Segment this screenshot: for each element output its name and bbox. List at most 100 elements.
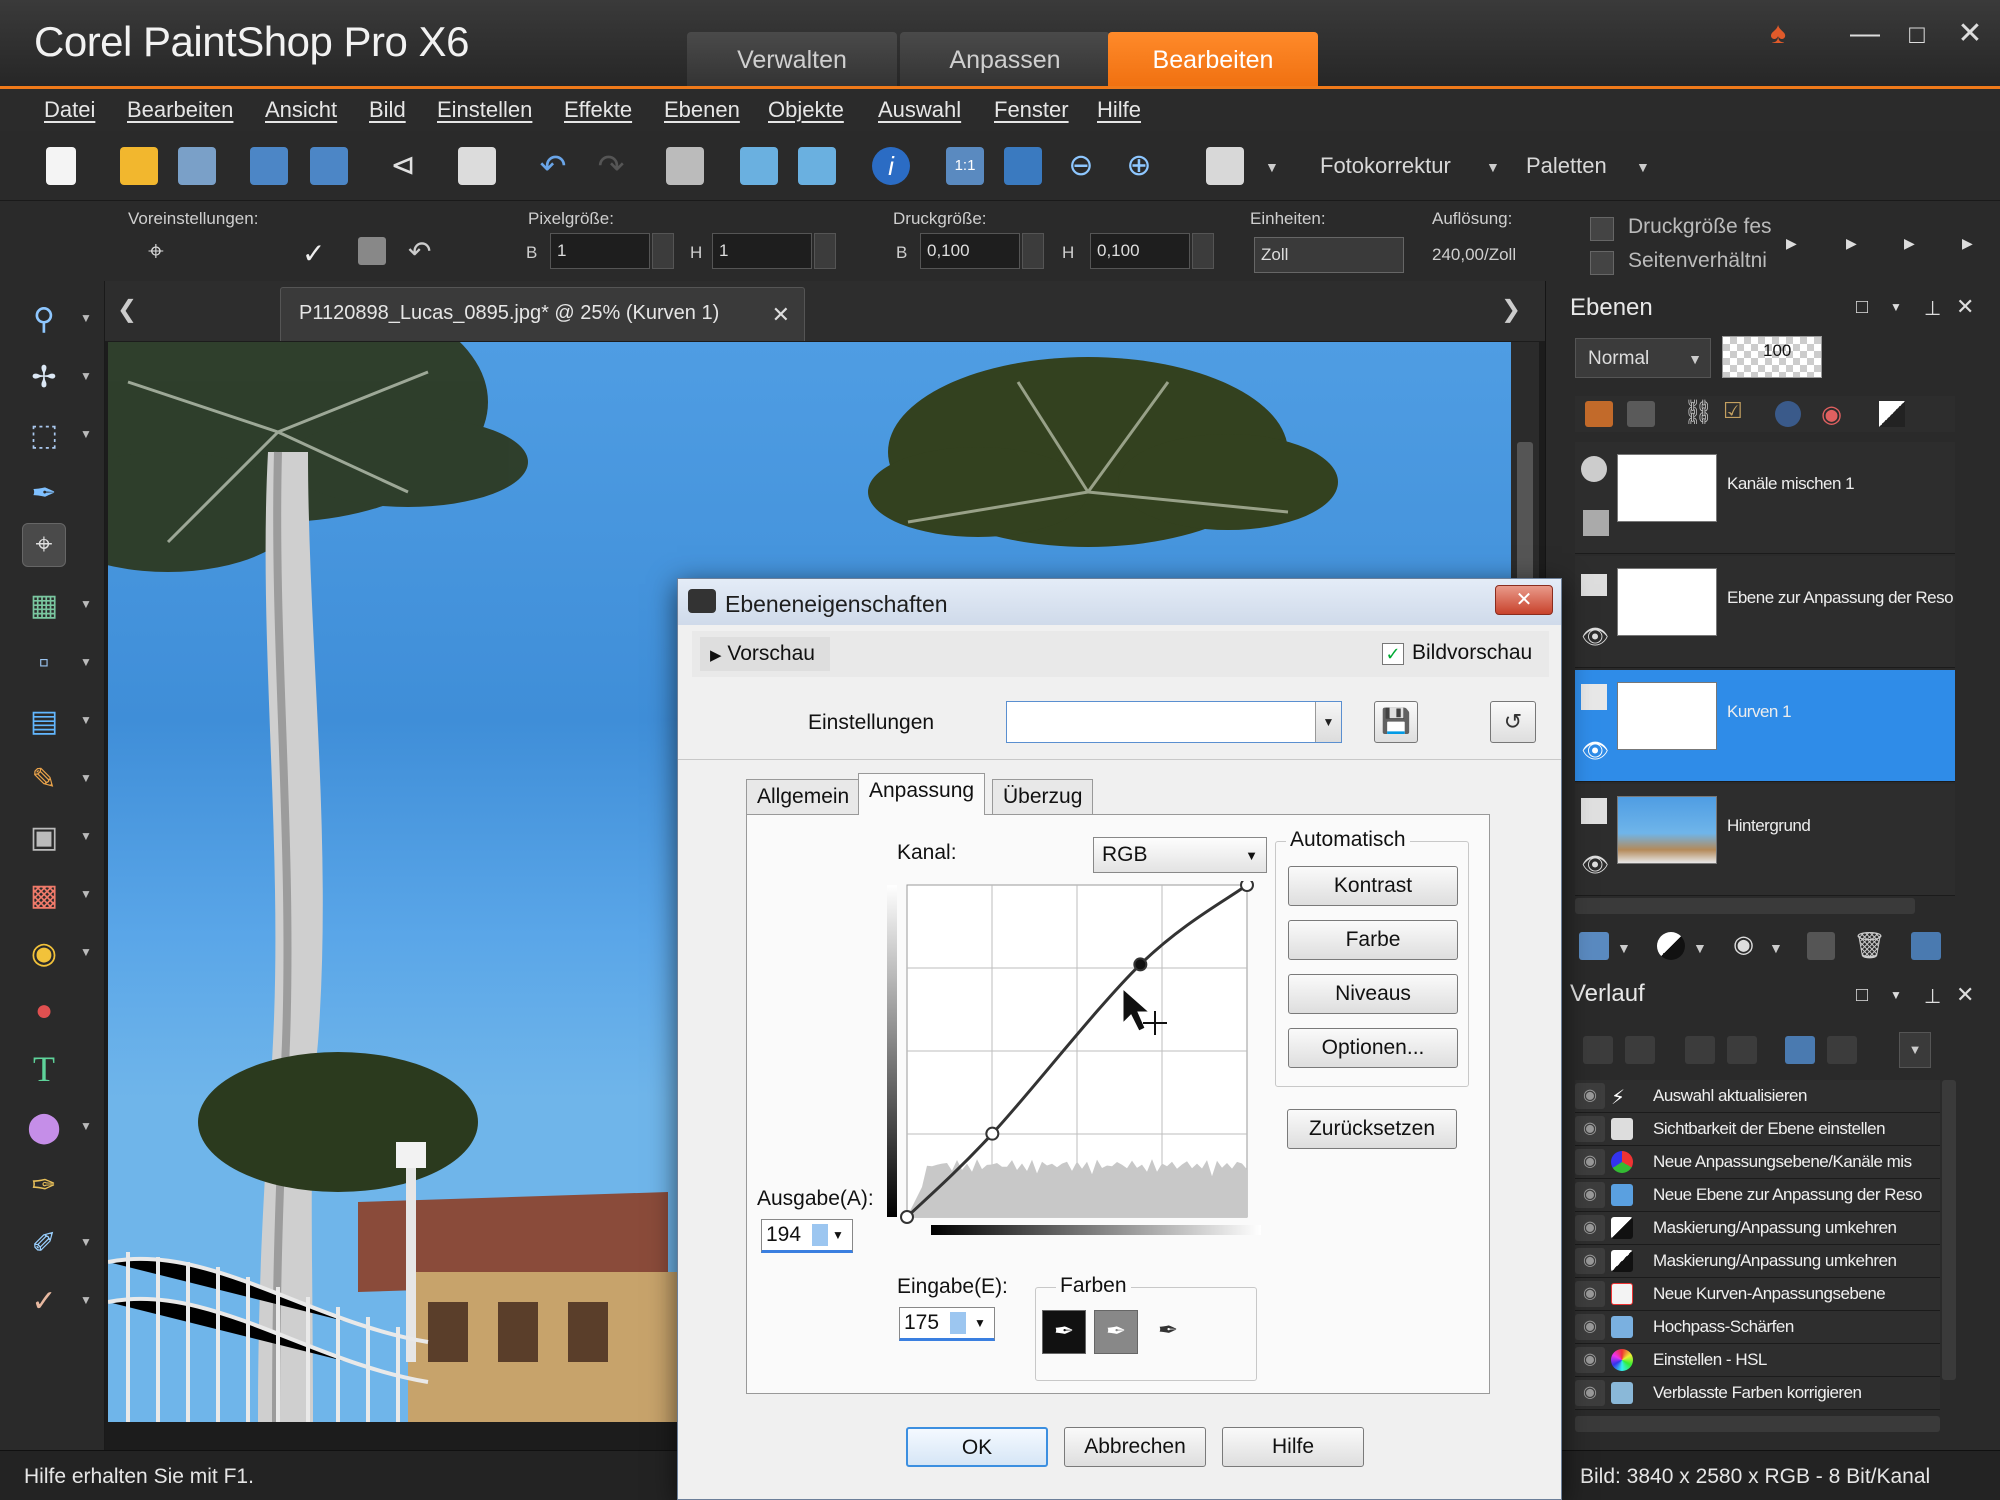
fill-tool-caret-icon[interactable]: ▼	[80, 945, 92, 959]
crop-tool-icon[interactable]: ⌖	[22, 523, 66, 567]
tab-allgemein[interactable]: Allgemein	[746, 779, 861, 815]
preview-toggle-button[interactable]: ▶ Vorschau	[700, 637, 830, 671]
layers-horizontal-scrollbar[interactable]	[1575, 898, 1915, 914]
eye-icon[interactable]: 👁	[1581, 624, 1609, 650]
layer-style-icon[interactable]	[1775, 401, 1801, 427]
history-panel-menu-icon[interactable]: ▼	[1890, 988, 1902, 1002]
history-panel-float-icon[interactable]: □	[1856, 984, 1868, 1007]
paletten-caret-icon[interactable]: ▼	[1636, 159, 1650, 175]
info-icon[interactable]: i	[872, 147, 910, 185]
black-point-dropper-icon[interactable]: ✒	[1042, 1310, 1086, 1354]
mask-icon[interactable]: ◉	[1821, 400, 1842, 429]
layers-panel-pin-icon[interactable]: ⊥	[1924, 296, 1941, 321]
eye-icon[interactable]: 👁	[1581, 738, 1609, 764]
history-item[interactable]: ◉ Neue Ebene zur Anpassung der Reso	[1575, 1179, 1940, 1212]
mode-tab-bearbeiten[interactable]: Bearbeiten	[1108, 32, 1318, 88]
tabs-scroll-right-icon[interactable]: ❯	[1501, 295, 1521, 324]
reset-crop-icon[interactable]: ↶	[408, 235, 431, 268]
opacity-slider[interactable]: 100	[1722, 336, 1822, 378]
zoom-out-icon[interactable]: ⊖	[1062, 147, 1100, 185]
layer-properties-icon[interactable]	[1911, 932, 1941, 960]
curve-point[interactable]	[1240, 881, 1254, 892]
auto-levels-button[interactable]: Niveaus	[1288, 974, 1458, 1014]
history-eye-icon[interactable]: ◉	[1575, 1248, 1605, 1274]
options-more-2-icon[interactable]: ▶	[1846, 235, 1857, 252]
menu-bild[interactable]: Bild	[369, 97, 406, 123]
move-tool-icon[interactable]: ✢	[22, 355, 66, 399]
history-menu-caret-icon[interactable]: ▼	[1899, 1032, 1931, 1068]
dropper-tool-icon[interactable]: ✒	[22, 471, 66, 515]
history-eye-icon[interactable]: ◉	[1575, 1281, 1605, 1307]
save-preset-icon[interactable]: 💾	[1374, 701, 1418, 743]
history-undo-icon[interactable]	[1583, 1036, 1613, 1064]
help-button[interactable]: Hilfe	[1222, 1427, 1364, 1467]
shape-tool-icon[interactable]: ⬤	[22, 1105, 66, 1149]
settings-dropdown-icon[interactable]: ▼	[1315, 702, 1341, 742]
ok-button[interactable]: OK	[906, 1427, 1048, 1467]
history-redo-selected-icon[interactable]	[1727, 1036, 1757, 1064]
fotokorrektur-caret-icon[interactable]: ▼	[1486, 159, 1500, 175]
curve-point[interactable]	[900, 1210, 914, 1224]
lock-layer-icon[interactable]: ☑	[1723, 398, 1743, 424]
print-height-input[interactable]: 0,100	[1090, 233, 1190, 269]
menu-objekte[interactable]: Objekte	[768, 97, 844, 123]
history-eye-icon[interactable]: ◉	[1575, 1182, 1605, 1208]
input-dropdown-icon[interactable]: ▼	[974, 1316, 986, 1330]
history-item[interactable]: ◉ ⚡ Auswahl aktualisieren	[1575, 1080, 1940, 1113]
layers-panel-close-icon[interactable]: ✕	[1956, 294, 1974, 320]
rotate-left-icon[interactable]	[740, 147, 778, 185]
user-icon[interactable]: ♠	[1758, 14, 1798, 54]
layers-panel-float-icon[interactable]: □	[1856, 296, 1868, 319]
clone-tool-icon[interactable]: ●	[22, 989, 66, 1033]
history-copy-icon[interactable]	[1785, 1036, 1815, 1064]
warp-brush-caret-icon[interactable]: ▼	[80, 1235, 92, 1249]
dialog-close-button[interactable]: ✕	[1495, 585, 1553, 615]
input-value-input[interactable]: 175 ▼	[899, 1307, 995, 1341]
canvas-scroll-thumb[interactable]	[1517, 442, 1533, 582]
aspect-ratio-checkbox[interactable]	[1590, 251, 1614, 275]
new-adjustment-layer-icon[interactable]	[1657, 932, 1685, 960]
history-undo-selected-icon[interactable]	[1685, 1036, 1715, 1064]
image-preview-checkbox[interactable]: ✓	[1382, 643, 1404, 665]
history-panel-pin-icon[interactable]: ⊥	[1924, 984, 1941, 1009]
auto-color-button[interactable]: Farbe	[1288, 920, 1458, 960]
curve-point-active[interactable]	[1133, 957, 1148, 972]
actual-size-icon[interactable]: 1:1	[946, 147, 984, 185]
curve-point[interactable]	[985, 1126, 1000, 1141]
channel-select[interactable]: RGB ▼	[1093, 837, 1267, 873]
invert-mask-icon[interactable]	[1879, 401, 1905, 427]
menu-hilfe[interactable]: Hilfe	[1097, 97, 1141, 123]
merge-layers-icon[interactable]	[1807, 932, 1835, 960]
document-close-icon[interactable]: ✕	[772, 302, 790, 328]
history-clear-icon[interactable]	[1827, 1036, 1857, 1064]
pixel-width-dropdown[interactable]	[652, 233, 674, 269]
print-width-input[interactable]: 0,100	[920, 233, 1020, 269]
eraser-tool-icon[interactable]: ▩	[22, 873, 66, 917]
history-item[interactable]: ◉ Hochpass-Schärfen	[1575, 1311, 1940, 1344]
link-layers-icon[interactable]: ⛓	[1683, 398, 1713, 427]
paint-brush-caret-icon[interactable]: ▼	[80, 771, 92, 785]
history-eye-icon[interactable]: ◉	[1575, 1380, 1605, 1406]
fit-window-icon[interactable]	[1004, 147, 1042, 185]
options-more-1-icon[interactable]: ▶	[1786, 235, 1797, 252]
history-eye-icon[interactable]: ◉	[1575, 1083, 1605, 1109]
menu-auswahl[interactable]: Auswahl	[878, 97, 961, 123]
history-eye-icon[interactable]: ◉	[1575, 1314, 1605, 1340]
selection-tool-icon[interactable]: ⬚	[22, 413, 66, 457]
shape-tool-caret-icon[interactable]: ▼	[80, 1119, 92, 1133]
print-width-dropdown[interactable]	[1022, 233, 1044, 269]
new-mask-layer-icon[interactable]: ◉	[1733, 930, 1754, 959]
new-raster-layer-icon[interactable]	[1579, 932, 1609, 960]
layer-row[interactable]: 👁 Ebene zur Anpassung der Reso	[1575, 556, 1955, 668]
pixel-width-input[interactable]: 1	[550, 233, 650, 269]
straighten-tool-icon[interactable]: ▦	[22, 583, 66, 627]
menu-datei[interactable]: Datei	[44, 97, 95, 123]
menu-bearbeiten[interactable]: Bearbeiten	[127, 97, 233, 123]
adjustment-layer-caret-icon[interactable]: ▼	[1693, 940, 1707, 956]
layer-row-selected[interactable]: 👁 Kurven 1	[1575, 670, 1955, 782]
history-redo-icon[interactable]	[1625, 1036, 1655, 1064]
layer-visibility-icon[interactable]	[1583, 510, 1609, 536]
layers-panel-menu-icon[interactable]: ▼	[1890, 300, 1902, 314]
apply-check-icon[interactable]: ✓	[302, 237, 325, 270]
options-more-3-icon[interactable]: ▶	[1904, 235, 1915, 252]
